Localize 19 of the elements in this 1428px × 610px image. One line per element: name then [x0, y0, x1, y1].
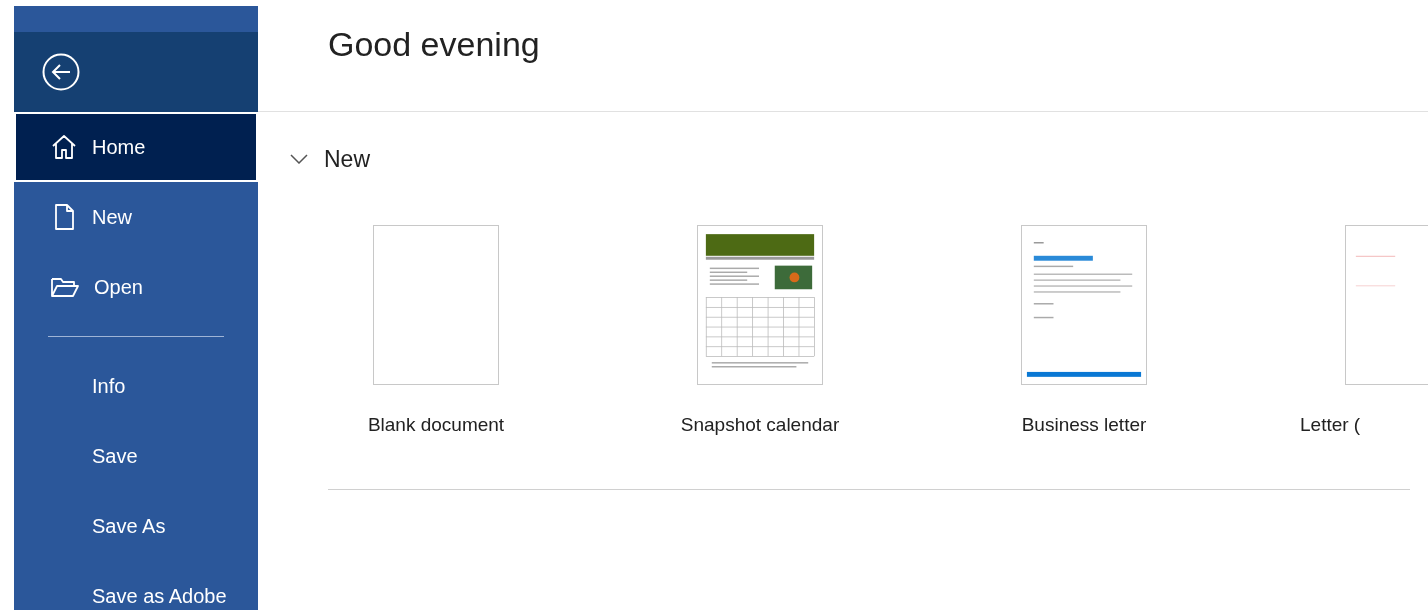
- back-icon[interactable]: [42, 53, 80, 91]
- sidebar-item[interactable]: New: [14, 182, 258, 252]
- greeting-heading: Good evening: [327, 24, 541, 65]
- template-thumbnail-drawing[interactable]: [1021, 224, 1147, 385]
- sidebar-item[interactable]: Info: [14, 351, 258, 421]
- sidebar-item[interactable]: Save as Adobe: [14, 561, 258, 610]
- sidebar-item[interactable]: Open: [14, 252, 258, 322]
- sidebar-item[interactable]: Save As: [14, 491, 258, 561]
- template-thumbnail-drawing[interactable]: [373, 224, 499, 385]
- home-icon: [50, 133, 78, 161]
- sidebar-item[interactable]: Home: [14, 112, 258, 182]
- chevron-icon[interactable]: [290, 154, 308, 165]
- template-label[interactable]: Blank document: [367, 410, 505, 439]
- template-label[interactable]: Letter (: [1300, 410, 1361, 439]
- sidebar-item[interactable]: Save: [14, 421, 258, 491]
- template-label[interactable]: Snapshot calendar: [680, 410, 840, 439]
- template-thumbnail-drawing[interactable]: [697, 224, 823, 385]
- template-label[interactable]: Business letter: [1021, 410, 1147, 439]
- section-title: New: [324, 145, 370, 174]
